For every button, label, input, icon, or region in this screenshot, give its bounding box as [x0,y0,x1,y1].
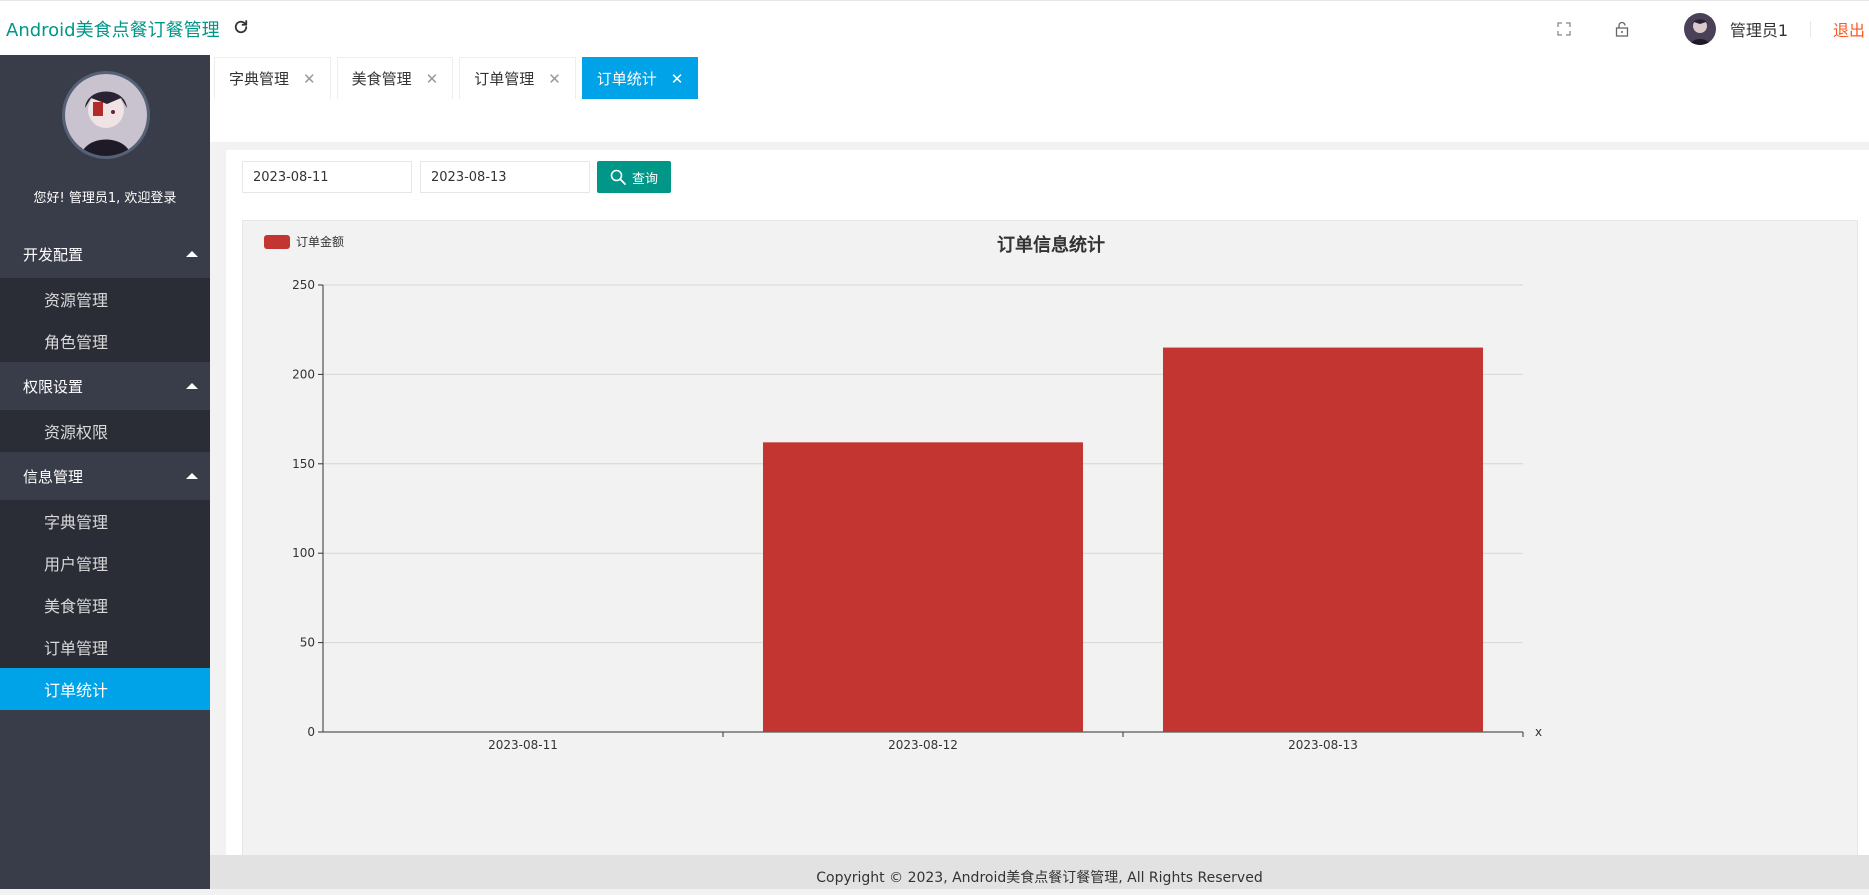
caret-up-icon [186,251,198,257]
tab-bar: 字典管理 ✕ 美食管理 ✕ 订单管理 ✕ 订单统计 ✕ [210,55,1869,142]
sidebar-profile: 您好! 管理员1, 欢迎登录 [0,55,210,230]
logout-link[interactable]: 退出 [1833,17,1869,41]
tab-label: 字典管理 [229,70,290,88]
sidebar-group-dev-config[interactable]: 开发配置 [0,230,210,278]
close-icon[interactable]: ✕ [303,70,316,88]
tab-order-management[interactable]: 订单管理 ✕ [459,57,576,99]
bar-2023-08-12 [763,442,1083,732]
sidebar-item-order-statistics[interactable]: 订单统计 [0,668,210,710]
lock-icon[interactable] [1612,19,1632,39]
tab-label: 订单管理 [474,70,535,88]
search-button-label: 查询 [631,171,658,187]
x-axis-label: x [1535,725,1542,739]
sidebar-item-user-management[interactable]: 用户管理 [0,542,210,584]
tab-label: 美食管理 [351,70,412,88]
sidebar-group-info-management[interactable]: 信息管理 [0,452,210,500]
sidebar-group-permission-settings[interactable]: 权限设置 [0,362,210,410]
footer: Copyright © 2023, Android美食点餐订餐管理, All R… [210,855,1869,889]
end-date-input[interactable]: 2023-08-13 [420,161,590,193]
user-name[interactable]: 管理员1 [1730,17,1788,41]
search-button[interactable]: 查询 [597,161,671,193]
welcome-text: 您好! 管理员1, 欢迎登录 [33,191,177,206]
close-icon[interactable]: ✕ [426,70,439,88]
bar-2023-08-13 [1163,347,1483,732]
main-content: 2023-08-11 2023-08-13 查询 订单金额 订单信息统计 0 50… [226,150,1869,860]
sidebar-item-role-management[interactable]: 角色管理 [0,320,210,362]
sidebar-item-resource-management[interactable]: 资源管理 [0,278,210,320]
tab-order-statistics[interactable]: 订单统计 ✕ [581,57,699,99]
caret-up-icon [186,383,198,389]
close-icon[interactable]: ✕ [671,70,684,88]
y-tick-label: 250 [292,278,315,292]
top-header: Android美食点餐订餐管理 管理员1 退出 [0,0,1869,55]
app-title[interactable]: Android美食点餐订餐管理 [6,16,220,42]
sidebar-group-label: 开发配置 [23,245,84,264]
profile-avatar [62,71,150,159]
y-tick-label: 100 [292,546,315,560]
bar-chart: 0 50 100 150 200 250 2023-08-11 2023-08-12 2023-… [292,278,1542,752]
x-tick-label: 2023-08-13 [1288,738,1358,752]
caret-up-icon [186,473,198,479]
header-toolbar: 管理员1 退出 [1554,1,1869,56]
refresh-icon[interactable] [232,18,250,36]
x-tick-label: 2023-08-11 [488,738,558,752]
chart-panel: 订单金额 订单信息统计 0 50 100 150 200 250 2023-08-11 202… [242,220,1858,860]
y-tick-label: 50 [300,636,315,650]
sidebar: 您好! 管理员1, 欢迎登录 开发配置 资源管理 角色管理 权限设置 资源权限 … [0,55,210,889]
sidebar-item-food-management[interactable]: 美食管理 [0,584,210,626]
tab-food-management[interactable]: 美食管理 ✕ [336,57,454,99]
sidebar-item-order-management[interactable]: 订单管理 [0,626,210,668]
y-tick-label: 150 [292,457,315,471]
y-tick-label: 200 [292,367,315,381]
user-avatar[interactable] [1683,12,1716,45]
header-divider [1810,20,1811,37]
x-tick-label: 2023-08-12 [888,738,958,752]
search-icon [610,169,626,185]
close-icon[interactable]: ✕ [548,70,561,88]
tab-label: 订单统计 [596,70,657,88]
fullscreen-icon[interactable] [1554,19,1574,39]
tab-dictionary-management[interactable]: 字典管理 ✕ [214,57,331,99]
start-date-input[interactable]: 2023-08-11 [242,161,412,193]
sidebar-group-label: 权限设置 [23,377,84,396]
y-tick-label: 0 [307,725,315,739]
sidebar-item-resource-permission[interactable]: 资源权限 [0,410,210,452]
sidebar-item-dictionary-management[interactable]: 字典管理 [0,500,210,542]
sidebar-group-label: 信息管理 [23,467,84,486]
